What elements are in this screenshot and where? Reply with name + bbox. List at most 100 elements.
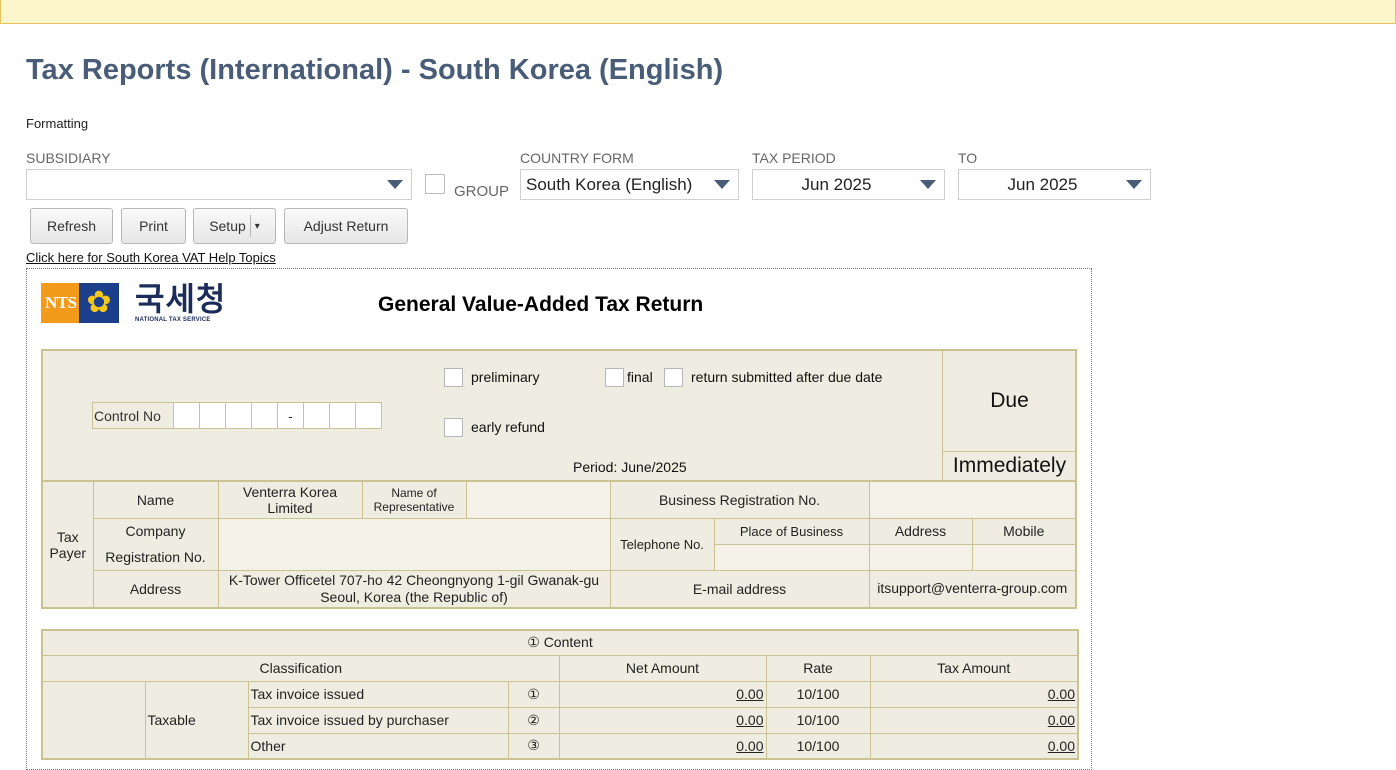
subsidiary-select[interactable] [26, 169, 412, 200]
rate-value: 10/100 [765, 732, 871, 760]
control-no-field: Control No - [92, 402, 382, 429]
immediately-label: Immediately [952, 454, 1067, 477]
tax-amount-header: Tax Amount [869, 654, 1079, 682]
control-no-digit[interactable] [330, 403, 356, 428]
net-amount-value[interactable]: 0.00 [558, 680, 767, 708]
group-label: GROUP [454, 183, 510, 200]
row-label: Tax invoice issued [247, 680, 509, 708]
address-value: K-Tower Officetel 707-ho 42 Cheongnyong … [217, 569, 611, 609]
name-value: Venterra Korea Limited [217, 480, 363, 519]
tax-period-select[interactable]: Jun 2025 [752, 169, 945, 200]
adjust-return-button[interactable]: Adjust Return [284, 208, 408, 244]
nts-korean-name: 국세청 [135, 281, 227, 317]
company-reg-label-1: Company [92, 517, 219, 544]
page-title: Tax Reports (International) - South Kore… [26, 54, 724, 86]
content-group-cell [41, 680, 146, 760]
setup-menu-icon[interactable]: ▾ [255, 221, 260, 232]
to-label: TO [958, 150, 978, 166]
early-refund-checkbox[interactable] [444, 418, 463, 437]
print-button[interactable]: Print [121, 208, 186, 244]
notice-banner [0, 0, 1396, 24]
nts-english-name: NATIONAL TAX SERVICE [135, 317, 211, 323]
row-label: Tax invoice issued by purchaser [247, 706, 509, 734]
content-heading: ① Content [41, 629, 1079, 656]
due-box: Due Immediately [942, 351, 1076, 480]
tax-period-label: TAX PERIOD [752, 150, 836, 166]
row-number: ② [507, 706, 560, 734]
company-reg-label-2: Registration No. [92, 544, 219, 571]
preliminary-checkbox[interactable] [444, 368, 463, 387]
taxpayer-section-text: Tax Payer [49, 528, 87, 561]
mobile-label: Mobile [971, 517, 1077, 545]
form-title: General Value-Added Tax Return [378, 293, 704, 316]
group-checkbox[interactable] [425, 174, 445, 194]
control-no-digit[interactable] [252, 403, 278, 428]
brn-label: Business Registration No. [609, 480, 870, 519]
rate-value: 10/100 [765, 706, 871, 734]
preliminary-label: preliminary [471, 369, 540, 385]
row-label: Other [247, 732, 509, 760]
representative-label: Name of Representative [361, 480, 467, 519]
nts-text: NTS [45, 293, 77, 312]
email-label: E-mail address [609, 569, 870, 609]
due-label: Due [943, 351, 1076, 452]
net-amount-value[interactable]: 0.00 [558, 706, 767, 734]
place-of-business-label: Place of Business [713, 517, 870, 545]
address-column-value [868, 543, 973, 571]
chevron-down-icon [714, 180, 730, 189]
address-column-label: Address [868, 517, 973, 545]
country-form-select[interactable]: South Korea (English) [520, 169, 739, 200]
control-no-digit[interactable] [304, 403, 330, 428]
setup-label: Setup [209, 218, 246, 234]
final-checkbox[interactable] [605, 368, 624, 387]
chevron-down-icon [1126, 180, 1142, 189]
after-due-date-label: return submitted after due date [691, 369, 883, 385]
control-no-digit[interactable] [174, 403, 200, 428]
place-of-business-value [713, 543, 870, 571]
chevron-down-icon [920, 180, 936, 189]
setup-separator [249, 215, 251, 237]
country-form-label: COUNTRY FORM [520, 150, 634, 166]
setup-button[interactable]: Setup ▾ [193, 208, 276, 244]
taxpayer-section-label: Tax Payer [41, 480, 94, 609]
classification-header: Classification [41, 654, 560, 682]
early-refund-label: early refund [471, 419, 545, 435]
nts-wordmark: 국세청 NATIONAL TAX SERVICE [135, 283, 226, 323]
to-period-select[interactable]: Jun 2025 [958, 169, 1151, 200]
content-table: ① Content Classification Net Amount Rate… [41, 629, 1079, 760]
representative-value [465, 480, 611, 519]
nts-logo: NTS ✿ 국세청 NATIONAL TAX SERVICE [41, 283, 226, 323]
net-amount-header: Net Amount [558, 654, 767, 682]
country-form-value: South Korea (English) [526, 174, 693, 194]
after-due-date-checkbox[interactable] [664, 368, 683, 387]
control-no-dash: - [278, 403, 304, 428]
control-no-digit[interactable] [200, 403, 226, 428]
row-number: ③ [507, 732, 560, 760]
rate-value: 10/100 [765, 680, 871, 708]
chevron-down-icon [387, 180, 403, 189]
taxable-group-label: Taxable [144, 680, 249, 760]
tax-amount-value[interactable]: 0.00 [869, 732, 1079, 760]
company-reg-value [217, 517, 611, 571]
nts-badge: NTS ✿ [41, 283, 119, 323]
period-text: Period: June/2025 [573, 459, 687, 475]
control-no-digit[interactable] [226, 403, 252, 428]
tax-amount-value[interactable]: 0.00 [869, 680, 1079, 708]
to-period-value: Jun 2025 [1007, 174, 1078, 194]
subsidiary-label: SUBSIDIARY [26, 150, 111, 166]
flower-emblem-icon: ✿ [79, 283, 119, 323]
taxpayer-table: Tax Payer Name Venterra Korea Limited Na… [41, 480, 1078, 609]
address-label: Address [92, 569, 219, 609]
refresh-button[interactable]: Refresh [30, 208, 113, 244]
rate-header: Rate [765, 654, 871, 682]
net-amount-value[interactable]: 0.00 [558, 732, 767, 760]
row-number: ① [507, 680, 560, 708]
brn-value [868, 480, 1077, 519]
tax-amount-value[interactable]: 0.00 [869, 706, 1079, 734]
name-label: Name [92, 480, 219, 519]
control-no-digit[interactable] [356, 403, 381, 428]
final-label: final [627, 369, 653, 385]
help-topics-link[interactable]: Click here for South Korea VAT Help Topi… [26, 250, 276, 265]
telephone-label: Telephone No. [609, 517, 715, 571]
return-header-box: preliminary final return submitted after… [41, 349, 1077, 480]
